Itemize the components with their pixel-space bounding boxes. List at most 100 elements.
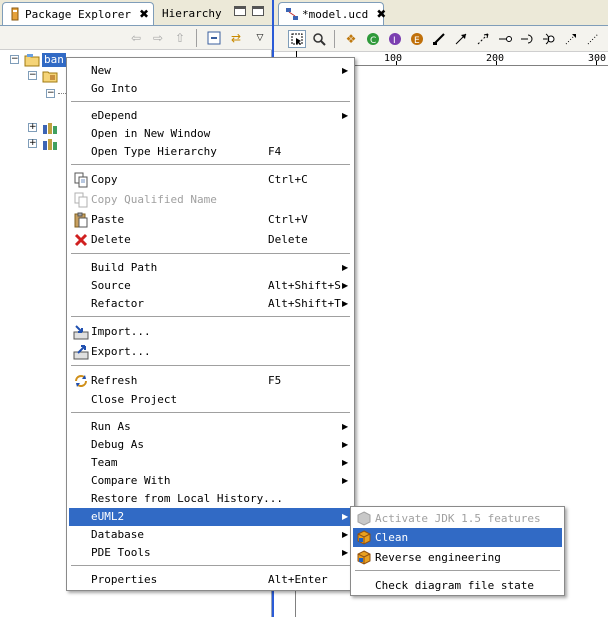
- required-interface-tool-icon[interactable]: [518, 30, 536, 48]
- collapse-all-icon[interactable]: [206, 30, 222, 46]
- tab-hierarchy-label: Hierarchy: [162, 7, 222, 20]
- submenu-item-reverse-engineering[interactable]: Reverse engineering: [353, 548, 562, 567]
- select-tool-icon[interactable]: [288, 30, 306, 48]
- project-folder-icon: [24, 53, 40, 67]
- menu-item-compare-with[interactable]: Compare With ▶: [69, 472, 352, 490]
- menu-item-label: Refresh: [91, 374, 138, 387]
- tab-model-ucd-label: *model.ucd: [302, 7, 369, 21]
- submenu-item-check-diagram-file-state[interactable]: Check diagram file state: [353, 576, 562, 595]
- zoom-icon[interactable]: [310, 30, 328, 48]
- link-with-editor-icon[interactable]: ⇄: [228, 30, 244, 46]
- dependency-tool-icon[interactable]: [474, 30, 492, 48]
- minimize-view-button[interactable]: [234, 6, 246, 16]
- back-arrow-icon[interactable]: ⇦: [128, 30, 144, 46]
- menu-item-refresh[interactable]: Refresh F5: [69, 372, 352, 390]
- reverse-engineering-icon: [357, 550, 372, 565]
- refresh-icon: [73, 373, 89, 389]
- collapse-toggle-icon[interactable]: −: [28, 71, 37, 80]
- menu-separator: [71, 101, 350, 103]
- close-icon[interactable]: ✖: [139, 7, 149, 21]
- menu-item-run-as[interactable]: Run As ▶: [69, 418, 352, 436]
- menu-item-pde-tools[interactable]: PDE Tools ▶: [69, 544, 352, 562]
- menu-item-new[interactable]: New ▶: [69, 62, 352, 80]
- submenu-arrow-icon: ▶: [342, 548, 349, 557]
- menu-item-build-path[interactable]: Build Path ▶: [69, 259, 352, 277]
- delete-icon: [73, 232, 89, 248]
- view-menu-chevron-down-icon[interactable]: ▽: [252, 30, 268, 46]
- submenu-item-clean[interactable]: Clean: [353, 528, 562, 547]
- svg-text:E: E: [414, 36, 420, 46]
- library-icon: [42, 121, 58, 135]
- menu-item-close-project[interactable]: Close Project: [69, 391, 352, 409]
- menu-item-open-type-hierarchy[interactable]: Open Type Hierarchy F4: [69, 143, 352, 161]
- forward-arrow-icon[interactable]: ⇨: [150, 30, 166, 46]
- menu-item-properties[interactable]: Properties Alt+Enter: [69, 571, 352, 589]
- menu-item-label: Refactor: [91, 297, 144, 310]
- menu-item-source[interactable]: Source Alt+Shift+S ▶: [69, 277, 352, 295]
- menu-item-delete[interactable]: Delete Delete: [69, 231, 352, 249]
- menu-item-label: eUML2: [91, 510, 125, 523]
- collapse-toggle-icon[interactable]: −: [46, 89, 55, 98]
- interface-tool-icon[interactable]: I: [386, 30, 404, 48]
- package-tool-icon[interactable]: ❖: [342, 30, 360, 48]
- menu-item-copy[interactable]: Copy Ctrl+C: [69, 171, 352, 189]
- menu-item-debug-as[interactable]: Debug As ▶: [69, 436, 352, 454]
- realization-tool-icon[interactable]: [496, 30, 514, 48]
- menu-item-label: Import...: [91, 325, 151, 338]
- expand-toggle-icon[interactable]: +: [28, 139, 37, 148]
- menu-item-label: Debug As: [91, 438, 144, 451]
- note-tool-icon[interactable]: [430, 30, 448, 48]
- import-icon: [73, 324, 89, 340]
- provided-interface-tool-icon[interactable]: [540, 30, 558, 48]
- menu-item-label: Export...: [91, 345, 151, 358]
- enum-tool-icon[interactable]: E: [408, 30, 426, 48]
- tab-package-explorer-label: Package Explorer: [25, 7, 131, 21]
- expand-toggle-icon[interactable]: +: [28, 123, 37, 132]
- menu-item-euml2[interactable]: eUML2 ▶: [69, 508, 352, 526]
- menu-item-edepend[interactable]: eDepend ▶: [69, 107, 352, 125]
- menu-item-team[interactable]: Team ▶: [69, 454, 352, 472]
- menu-item-database[interactable]: Database ▶: [69, 526, 352, 544]
- menu-item-go-into[interactable]: Go Into: [69, 80, 352, 98]
- tab-model-ucd[interactable]: *model.ucd ✖: [278, 2, 386, 25]
- tree-item-project[interactable]: ban: [42, 53, 66, 67]
- menu-separator: [355, 570, 560, 572]
- editor-tab-bar: *model.ucd ✖: [274, 0, 608, 26]
- export-icon: [73, 344, 89, 360]
- menu-item-restore-from-local-history[interactable]: Restore from Local History...: [69, 490, 352, 508]
- menu-shortcut: F5: [268, 374, 282, 387]
- submenu-item-label: Check diagram file state: [375, 579, 534, 592]
- menu-shortcut: Alt+Shift+S: [268, 279, 341, 292]
- menu-item-paste[interactable]: Paste Ctrl+V: [69, 211, 352, 229]
- up-icon[interactable]: ⇧: [172, 30, 188, 46]
- submenu-arrow-icon: ▶: [342, 66, 349, 75]
- ruler-tick: [396, 61, 397, 65]
- tree-line: [58, 93, 66, 94]
- menu-item-copy-qualified-name[interactable]: Copy Qualified Name: [69, 191, 352, 209]
- constraint-tool-icon[interactable]: [562, 30, 580, 48]
- menu-item-import[interactable]: Import...: [69, 323, 352, 341]
- association-tool-icon[interactable]: [452, 30, 470, 48]
- menu-item-label: Run As: [91, 420, 131, 433]
- menu-item-export[interactable]: Export...: [69, 343, 352, 361]
- menu-item-label: Properties: [91, 573, 158, 586]
- menu-item-refactor[interactable]: Refactor Alt+Shift+T ▶: [69, 295, 352, 313]
- menu-item-label: Copy Qualified Name: [91, 193, 217, 206]
- collapse-toggle-icon[interactable]: −: [10, 55, 19, 64]
- menu-item-label: Build Path: [91, 261, 158, 274]
- class-tool-icon[interactable]: C: [364, 30, 382, 48]
- maximize-view-button[interactable]: [252, 6, 264, 16]
- submenu-item-activate-jdk-features[interactable]: Activate JDK 1.5 features: [353, 509, 562, 528]
- source-folder-icon: [42, 69, 58, 83]
- link-tool-icon[interactable]: [584, 30, 602, 48]
- submenu-arrow-icon: ▶: [342, 111, 349, 120]
- submenu-arrow-icon: ▶: [342, 476, 349, 485]
- menu-separator: [71, 316, 350, 318]
- diagram-palette: ❖ C I E: [274, 26, 608, 52]
- ruler-tick: [496, 61, 497, 65]
- close-icon[interactable]: ✖: [376, 7, 386, 21]
- tab-hierarchy[interactable]: Hierarchy: [156, 2, 226, 25]
- clean-icon: [357, 530, 372, 545]
- menu-item-open-in-new-window[interactable]: Open in New Window: [69, 125, 352, 143]
- tab-package-explorer[interactable]: Package Explorer ✖: [2, 2, 154, 25]
